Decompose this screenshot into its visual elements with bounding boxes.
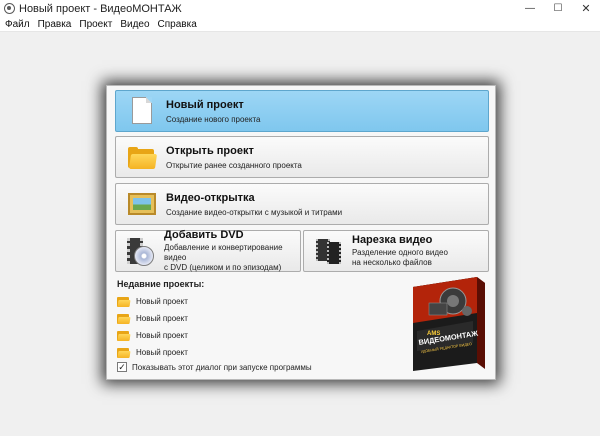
dvd-icon xyxy=(126,236,156,266)
recent-project-label: Новый проект xyxy=(136,331,188,340)
recent-project-item[interactable]: Новый проект xyxy=(117,313,188,324)
show-on-start-checkbox[interactable]: ✓ xyxy=(117,362,127,372)
menu-edit[interactable]: Правка xyxy=(38,19,72,30)
folder-icon xyxy=(117,330,131,341)
minimize-button[interactable]: — xyxy=(516,0,544,17)
folder-icon xyxy=(126,141,158,173)
new-project-title: Новый проект xyxy=(166,98,244,111)
menu-bar: Файл Правка Проект Видео Справка xyxy=(0,17,600,32)
app-icon xyxy=(4,3,15,14)
start-dialog: Новый проект Создание нового проекта Отк… xyxy=(106,85,496,380)
add-dvd-button[interactable]: Добавить DVD Добавление и конвертировани… xyxy=(115,229,301,272)
video-card-button[interactable]: Видео-открытка Создание видео-открытки с… xyxy=(115,183,489,225)
recent-project-item[interactable]: Новый проект xyxy=(117,330,188,341)
add-dvd-title: Добавить DVD xyxy=(164,229,244,241)
menu-help[interactable]: Справка xyxy=(158,19,197,30)
menu-file[interactable]: Файл xyxy=(5,19,30,30)
picture-frame-icon xyxy=(126,188,158,220)
folder-icon xyxy=(117,296,131,307)
video-card-subtitle: Создание видео-открытки с музыкой и титр… xyxy=(166,207,343,217)
video-card-title: Видео-открытка xyxy=(166,191,255,204)
window-controls: — ☐ ✕ xyxy=(516,0,600,17)
open-project-button[interactable]: Открыть проект Открытие ранее созданного… xyxy=(115,136,489,178)
window-title: Новый проект - ВидеоМОНТАЖ xyxy=(19,2,182,15)
maximize-button[interactable]: ☐ xyxy=(544,0,572,17)
show-on-start-label: Показывать этот диалог при запуске прогр… xyxy=(132,362,312,372)
new-project-subtitle: Создание нового проекта xyxy=(166,114,261,124)
folder-icon xyxy=(117,313,131,324)
close-button[interactable]: ✕ xyxy=(572,0,600,17)
recent-project-label: Новый проект xyxy=(136,348,188,357)
add-dvd-subtitle-1: Добавление и конвертирование видео xyxy=(164,243,283,262)
folder-icon xyxy=(117,347,131,358)
cut-video-title: Нарезка видео xyxy=(352,234,433,246)
film-strip-icon xyxy=(314,236,344,266)
new-project-button[interactable]: Новый проект Создание нового проекта xyxy=(115,90,489,132)
cut-video-button[interactable]: Нарезка видео Разделение одного видео на… xyxy=(303,230,489,272)
recent-project-item[interactable]: Новый проект xyxy=(117,296,188,307)
document-icon xyxy=(126,95,158,127)
product-box-image: AMS ВИДЕОМОНТАЖ УДОБНЫЙ РЕДАКТОР ВИДЕО xyxy=(407,273,489,373)
recent-project-label: Новый проект xyxy=(136,314,188,323)
open-project-subtitle: Открытие ранее созданного проекта xyxy=(166,160,302,170)
show-on-start-row: ✓ Показывать этот диалог при запуске про… xyxy=(117,362,312,372)
menu-project[interactable]: Проект xyxy=(79,19,112,30)
add-dvd-subtitle-2: с DVD (целиком и по эпизодам) xyxy=(164,263,282,272)
cut-video-subtitle-1: Разделение одного видео xyxy=(352,248,448,257)
open-project-title: Открыть проект xyxy=(166,144,254,157)
recent-project-item[interactable]: Новый проект xyxy=(117,347,188,358)
title-bar: Новый проект - ВидеоМОНТАЖ — ☐ ✕ xyxy=(0,0,600,17)
recent-projects-heading: Недавние проекты: xyxy=(117,279,205,289)
recent-project-label: Новый проект xyxy=(136,297,188,306)
menu-video[interactable]: Видео xyxy=(120,19,149,30)
cut-video-subtitle-2: на несколько файлов xyxy=(352,258,432,267)
